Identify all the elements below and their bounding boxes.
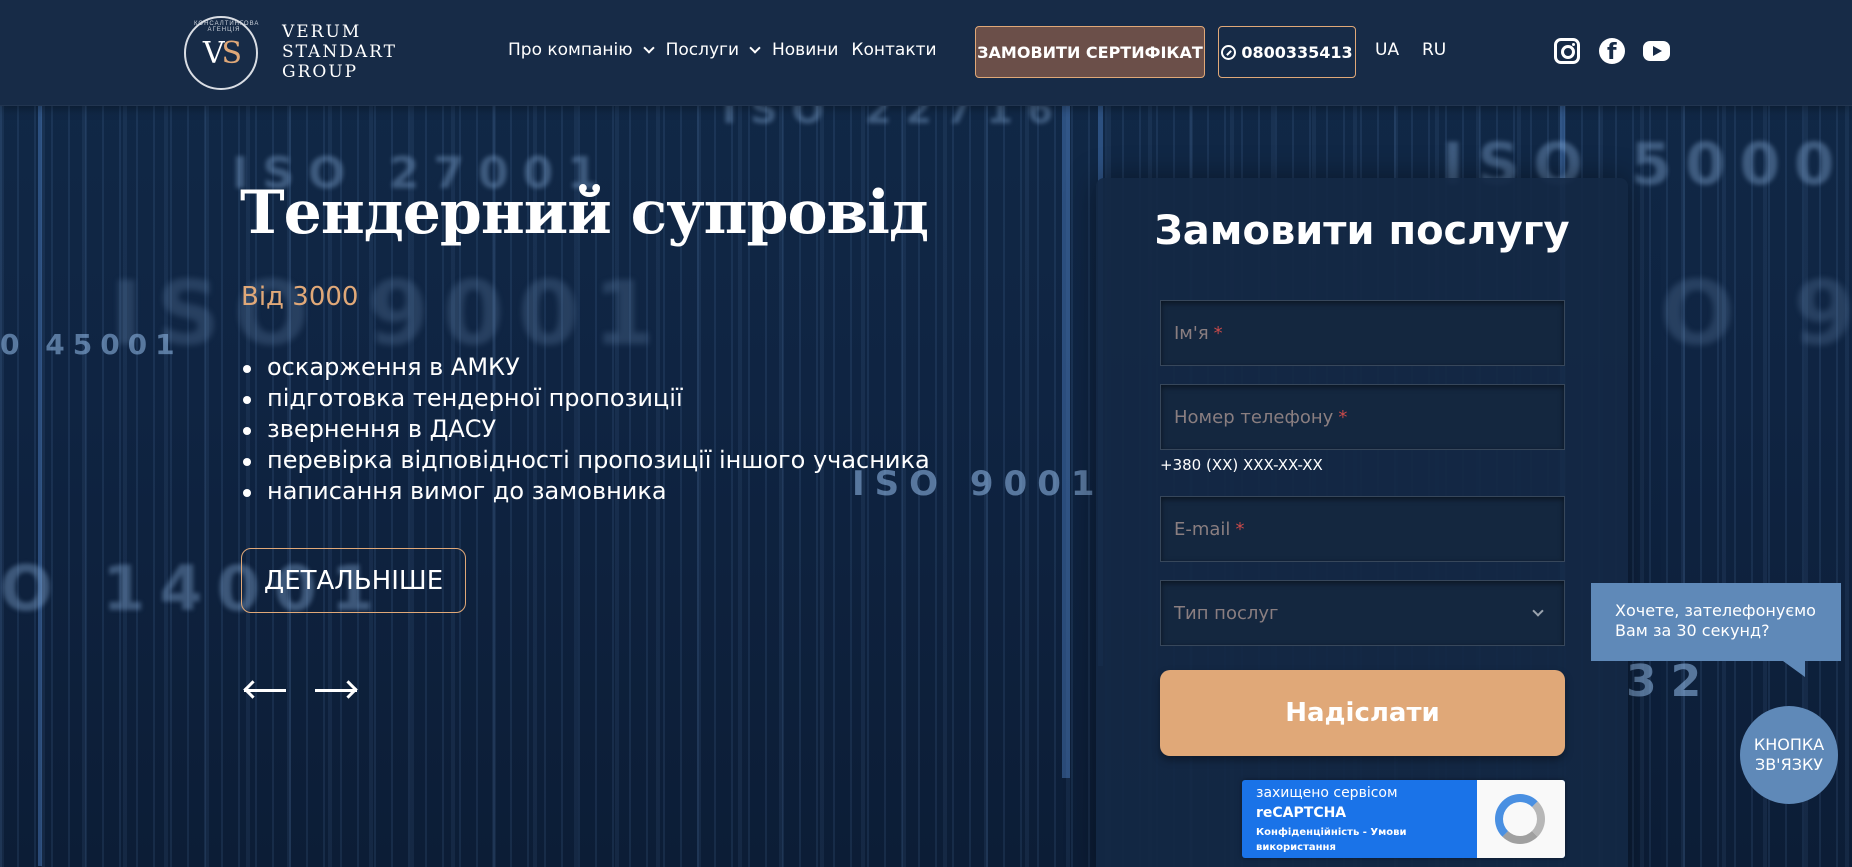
recaptcha-badge[interactable]: захищено сервісом reCAPTCHA Конфіденційн…: [1242, 780, 1565, 858]
instagram-icon[interactable]: [1554, 38, 1580, 64]
phone-placeholder: Номер телефону: [1174, 406, 1334, 428]
iso-label: O 9: [1660, 262, 1852, 365]
nav-item-news[interactable]: Новини: [772, 40, 838, 60]
recaptcha-links[interactable]: Конфіденційність - Умови використання: [1256, 825, 1466, 855]
list-item: оскарження в АМКУ: [243, 352, 930, 383]
service-type-select[interactable]: Тип послуг: [1160, 580, 1565, 646]
lang-ru-link[interactable]: RU: [1422, 40, 1446, 60]
site-header: КОНСАЛТИНГОВА АГЕНЦІЯ VS VERUM STANDART …: [0, 0, 1852, 106]
phone-field[interactable]: Номер телефону *: [1160, 384, 1565, 450]
recaptcha-logo: [1477, 780, 1565, 858]
submit-button[interactable]: Надіслати: [1160, 670, 1565, 756]
prev-slide-arrow-icon[interactable]: [242, 680, 288, 700]
main-nav: Про компанію Послуги Новини Контакти: [508, 40, 950, 60]
form-title: Замовити послугу: [1154, 208, 1570, 254]
order-form-panel: Замовити послугу Ім'я * Номер телефону * +…: [1096, 178, 1628, 867]
chevron-down-icon: [749, 42, 761, 54]
phone-number: 0800335413: [1241, 42, 1353, 62]
background-line: [1062, 106, 1070, 778]
phone-format-hint: +380 (XX) XXX-XX-XX: [1160, 456, 1323, 474]
logo-line: GROUP: [282, 62, 359, 82]
nav-item-label: Новини: [772, 40, 839, 60]
nav-item-label: Послуги: [665, 40, 739, 60]
background-line: [38, 106, 42, 866]
name-placeholder: Ім'я: [1174, 322, 1209, 344]
youtube-icon[interactable]: [1643, 41, 1670, 61]
nav-item-label: Контакти: [851, 40, 937, 60]
facebook-icon[interactable]: f: [1599, 38, 1625, 65]
name-field[interactable]: Ім'я *: [1160, 300, 1565, 366]
chevron-down-icon: [642, 42, 655, 54]
list-item: перевірка відповідності пропозиції іншог…: [243, 445, 930, 476]
required-mark: *: [1235, 518, 1245, 540]
recaptcha-icon: [1495, 794, 1545, 844]
logo-line: VERUM: [282, 22, 362, 42]
order-certificate-button[interactable]: ЗАМОВИТИ СЕРТИФІКАТ: [975, 26, 1205, 78]
company-logo[interactable]: КОНСАЛТИНГОВА АГЕНЦІЯ VS VERUM STANDART …: [184, 14, 397, 92]
hero-title: Тендерний супровід: [240, 178, 929, 248]
next-slide-arrow-icon[interactable]: [313, 680, 359, 700]
list-item: підготовка тендерної пропозиції: [243, 383, 930, 414]
email-field[interactable]: E-mail *: [1160, 496, 1565, 562]
logo-emblem: КОНСАЛТИНГОВА АГЕНЦІЯ VS: [184, 16, 258, 90]
callback-button[interactable]: КНОПКА ЗВ'ЯЗКУ: [1740, 706, 1838, 804]
required-mark: *: [1338, 406, 1348, 428]
logo-wordmark: VERUM STANDART GROUP: [282, 22, 397, 82]
logo-monogram: VS: [202, 36, 242, 71]
hero-price: Від 3000: [241, 282, 359, 312]
callback-tooltip: Хочете, зателефонуємо Вам за 30 секунд?: [1591, 583, 1841, 677]
lang-ua-link[interactable]: UA: [1375, 40, 1399, 60]
phone-button[interactable]: 0800335413: [1218, 26, 1356, 78]
nav-item-label: Про компанію: [508, 40, 633, 60]
email-placeholder: E-mail: [1174, 518, 1231, 540]
hero-service-list: оскарження в АМКУ підготовка тендерної п…: [243, 352, 930, 507]
required-mark: *: [1213, 322, 1223, 344]
phone-icon: [1221, 44, 1237, 60]
list-item: звернення в ДАСУ: [243, 414, 930, 445]
logo-line: STANDART: [282, 42, 397, 62]
nav-item-about[interactable]: Про компанію: [508, 40, 655, 60]
nav-item-services[interactable]: Послуги: [665, 40, 761, 60]
recaptcha-brand: reCAPTCHA: [1256, 805, 1347, 821]
list-item: написання вимог до замовника: [243, 476, 930, 507]
service-placeholder: Тип послуг: [1174, 602, 1279, 624]
details-button[interactable]: ДЕТАЛЬНІШЕ: [241, 548, 466, 613]
logo-ring-text: КОНСАЛТИНГОВА АГЕНЦІЯ: [194, 21, 260, 33]
recaptcha-text: захищено сервісом: [1256, 785, 1398, 801]
iso-label: 0 45001: [0, 328, 183, 361]
iso-label: 32: [1626, 656, 1716, 707]
chevron-down-icon: [1532, 605, 1544, 617]
iso-label: ISO 9001: [110, 262, 669, 365]
nav-item-contacts[interactable]: Контакти: [851, 40, 936, 60]
